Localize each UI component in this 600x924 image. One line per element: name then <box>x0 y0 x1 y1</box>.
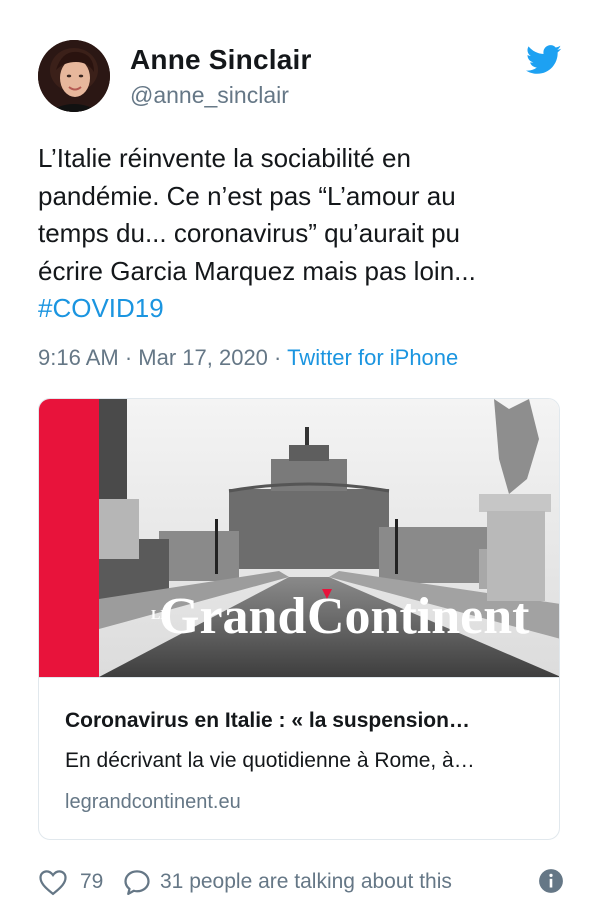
tweet-line: L’Italie réinvente la sociabilité en <box>38 143 411 173</box>
avatar[interactable] <box>38 40 110 112</box>
author-handle[interactable]: @anne_sinclair <box>130 82 289 109</box>
twitter-bird-icon[interactable] <box>526 44 562 76</box>
talking-about-link[interactable]: 31 people are talking about this <box>160 870 452 894</box>
tweet-actions: 79 31 people are talking about this <box>38 866 564 900</box>
info-icon[interactable] <box>538 868 564 899</box>
meta-separator: · <box>118 345 139 370</box>
logo-word-continent: Continent <box>307 588 530 645</box>
logo-red-band <box>39 399 99 677</box>
tweet-source-link[interactable]: Twitter for iPhone <box>287 345 458 370</box>
card-title[interactable]: Coronavirus en Italie : « la suspension… <box>65 709 470 733</box>
card-description: En décrivant la vie quotidienne à Rome, … <box>65 749 475 772</box>
meta-separator: · <box>267 345 288 370</box>
card-domain: legrandcontinent.eu <box>65 791 241 813</box>
author-name[interactable]: Anne Sinclair <box>130 44 312 76</box>
heart-icon[interactable] <box>38 868 68 901</box>
tweet-date[interactable]: Mar 17, 2020 <box>138 345 268 370</box>
tweet-time[interactable]: 9:16 AM <box>38 345 119 370</box>
card-image: LE Grand Continent <box>39 399 559 677</box>
logo-word-grand: Grand <box>159 588 306 645</box>
avatar-image <box>38 40 110 112</box>
card-divider <box>39 677 559 678</box>
like-count: 79 <box>80 870 104 893</box>
link-card[interactable]: LE Grand Continent Coronavirus en Italie… <box>38 398 560 840</box>
tweet-line: pandémie. Ce n’est pas “L’amour au <box>38 180 456 211</box>
tweet-meta: 9:16 AM · Mar 17, 2020 · Twitter for iPh… <box>38 345 458 371</box>
hashtag-link[interactable]: #COVID19 <box>38 290 548 328</box>
tweet-line: temps du... coronavirus” qu’aurait pu <box>38 218 460 248</box>
tweet-text: L’Italie réinvente la sociabilité en pan… <box>38 140 548 328</box>
tweet-line: écrire Garcia Marquez mais pas loin... <box>38 255 476 286</box>
speech-bubble-icon[interactable] <box>122 868 152 901</box>
